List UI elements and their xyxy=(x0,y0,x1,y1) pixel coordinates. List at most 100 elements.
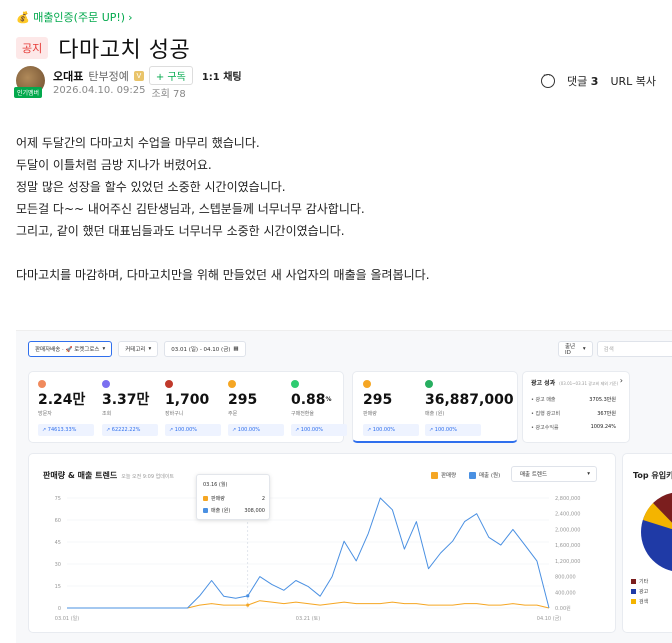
x-tick-label: 03.01 (일) xyxy=(55,615,79,622)
author-row: 인기멤버 오대표 탄부정예 V + 구독 1:1 채팅 2026.04.10. … xyxy=(14,66,656,100)
tooltip-date: 03.16 (월) xyxy=(203,482,228,488)
x-tick-label: 03.21 (토) xyxy=(296,616,320,622)
eye-icon xyxy=(102,380,110,388)
metric-label: 조회 xyxy=(102,411,112,417)
ad-row: • 집행 광고비 367만원 xyxy=(531,410,616,417)
legend-label: 검색 xyxy=(639,599,649,605)
search-area: 출년 ID ▾ 검색 xyxy=(558,341,672,357)
ad-title-text: 광고 성과 xyxy=(531,380,556,387)
sales-metrics-card: 295 판매량 ↗ 100.00% 36,887,000 매출 (원) ↗ 10… xyxy=(352,371,518,443)
y-right-tick-label: 1,200,000 xyxy=(555,559,580,565)
metric-change: ↗ 74613.33% xyxy=(38,424,94,436)
metric-cart: 1,700 장바구니 ↗ 100.00% xyxy=(165,380,225,436)
metric-change: ↗ 62222.22% xyxy=(102,424,158,436)
y-right-tick-label: 2,800,000 xyxy=(555,496,580,502)
trend-chart: 0 15 30 45 60 75 0.00원 400,000 800,000 1,200,000 1… xyxy=(55,496,581,622)
ad-row-value: 3705.3만원 xyxy=(589,397,616,403)
chevron-down-icon: ▾ xyxy=(582,346,586,352)
comment-icon[interactable] xyxy=(541,71,556,88)
metric-views: 3.37만 조회 ↗ 62222.22% xyxy=(102,380,162,436)
metric-value: 1,700 xyxy=(165,392,210,408)
y-right-tick-label: 1,600,000 xyxy=(555,543,580,549)
store-select-label: 판매자배송 · 🚀 로켓그로스 xyxy=(35,347,100,353)
legend-label: 광고 xyxy=(639,589,649,595)
chat-button[interactable]: 1:1 채팅 xyxy=(198,67,246,84)
body-line: 다마고치를 마감하며, 다마고치만을 위해 만들었던 새 사업자의 매출을 올려… xyxy=(16,268,430,282)
date-range-picker[interactable]: 03.01 (일) - 04.10 (금) ▦ xyxy=(164,341,246,357)
metric-change: ↗ 100.00% xyxy=(228,424,284,436)
metric-change: ↗ 100.00% xyxy=(425,424,481,436)
author-line: 오대표 탄부정예 V + 구독 1:1 채팅 xyxy=(53,66,246,85)
metric-change: ↗ 100.00% xyxy=(291,424,347,436)
post-title: 다마고치 성공 xyxy=(58,38,191,63)
chart-tooltip: 03.16 (월) 판매량 2 매출 (원) 308,000 xyxy=(196,474,270,520)
y-right-tick-label: 2,000,000 xyxy=(555,527,580,533)
post-views: 조회 78 xyxy=(151,89,186,100)
ad-performance-card[interactable]: 광고 성과 (03.01~03.31 광고비 제외 기준) › • 광고 매출 37… xyxy=(522,371,630,443)
tooltip-rev-value: 308,000 xyxy=(244,507,265,514)
tooltip-rev-label-wrap: 매출 (원) xyxy=(203,507,230,514)
metric-revenue: 36,887,000 매출 (원) ↗ 100.00% xyxy=(425,380,515,436)
metric-value: 2.24만 xyxy=(38,392,86,408)
tooltip-qty-label: 판매량 xyxy=(211,496,225,502)
chevron-right-icon[interactable]: › xyxy=(620,376,623,385)
legend-swatch xyxy=(631,589,636,594)
x-tick-label: 04.10 (금) xyxy=(537,616,561,622)
board-name: 💰 매출인증(주문 UP!) xyxy=(16,11,126,24)
popular-member-badge: 인기멤버 xyxy=(14,87,43,98)
body-line: 두달이 이틀처럼 금방 지나가 버렸어요. xyxy=(16,158,212,172)
pie-legend-item: 기타 xyxy=(631,578,648,585)
grade-icon: V xyxy=(133,70,144,81)
chevron-right-icon: › xyxy=(128,10,133,24)
ad-subtitle: (03.01~03.31 광고비 제외 기준) xyxy=(559,381,619,386)
money-icon xyxy=(425,380,433,388)
seller-id-label: 출년 ID xyxy=(565,344,576,356)
follow-button[interactable]: + 구독 xyxy=(148,66,193,85)
y-right-tick-label: 400,000 xyxy=(555,590,576,596)
metric-label: 장바구니 xyxy=(165,411,184,417)
author-name[interactable]: 오대표 xyxy=(53,68,83,84)
ad-row: • 광고 매출 3705.3만원 xyxy=(531,396,616,403)
comments-button[interactable]: 댓글 3 xyxy=(567,73,598,89)
trend-chart-card: 판매량 & 매출 트렌드 오늘 오전 9:09 업데이트 판매량 매출 (원) 매… xyxy=(28,453,616,633)
traffic-metrics-card: 2.24만 방문자 ↗ 74613.33% 3.37만 조회 ↗ 62222.2… xyxy=(28,371,347,443)
revenue-swatch xyxy=(203,508,208,513)
metric-value: 0.88% xyxy=(291,392,351,408)
ad-row: • 광고수익률 1009.24% xyxy=(531,424,616,431)
body-blank-line xyxy=(16,242,656,264)
board-link[interactable]: 💰 매출인증(주문 UP!) › xyxy=(16,9,133,25)
chevron-down-icon: ▾ xyxy=(102,346,106,352)
body-line: 정말 많은 성장을 할수 있었던 소중한 시간이였습니다. xyxy=(16,180,286,194)
y-right-tick-label: 800,000 xyxy=(555,575,576,581)
order-icon xyxy=(228,380,236,388)
body-line: 그리고, 같이 했던 대표님들과도 너무너무 소중한 시간이였습니다. xyxy=(16,224,345,238)
tooltip-qty-label-wrap: 판매량 xyxy=(203,495,225,502)
legend-swatch xyxy=(631,599,636,604)
chevron-down-icon: ▾ xyxy=(148,346,152,352)
tooltip-qty-value: 2 xyxy=(261,495,265,502)
seller-id-select[interactable]: 출년 ID ▾ xyxy=(558,341,593,357)
dashboard-toolbar: 판매자배송 · 🚀 로켓그로스 ▾ 커테고리 ▾ 03.01 (일) - 04.… xyxy=(28,341,246,357)
highlight-point xyxy=(246,594,250,598)
metric-orders: 295 주문 ↗ 100.00% xyxy=(228,380,288,436)
comments-count: 3 xyxy=(590,75,599,88)
store-select[interactable]: 판매자배송 · 🚀 로켓그로스 ▾ xyxy=(28,341,113,357)
url-copy-button[interactable]: URL 복사 xyxy=(610,73,656,89)
ad-row-value: 367만원 xyxy=(597,411,616,417)
series-line xyxy=(67,497,550,609)
category-select[interactable]: 커테고리 ▾ xyxy=(118,341,159,357)
metric-value: 3.37만 xyxy=(102,392,150,408)
search-input[interactable]: 검색 xyxy=(596,341,672,357)
metric-number: 0.88 xyxy=(291,392,326,408)
tooltip-rev-row: 매출 (원) 308,000 xyxy=(203,507,265,514)
y-left-tick-label: 60 xyxy=(55,518,61,524)
post-date: 2026.04.10. 09:25 xyxy=(53,85,146,96)
legend-swatch xyxy=(631,579,636,584)
y-left-tick-label: 15 xyxy=(55,584,61,590)
metric-conversion: 0.88% 구매전환율 ↗ 100.00% xyxy=(291,380,351,436)
metric-label: 주문 xyxy=(228,411,238,417)
ad-row-label: • 광고 매출 xyxy=(531,397,556,403)
metric-change: ↗ 100.00% xyxy=(165,424,221,436)
date-range-label: 03.01 (일) - 04.10 (금) xyxy=(171,347,231,353)
post-meta: 2026.04.10. 09:25 조회 78 xyxy=(53,85,186,100)
